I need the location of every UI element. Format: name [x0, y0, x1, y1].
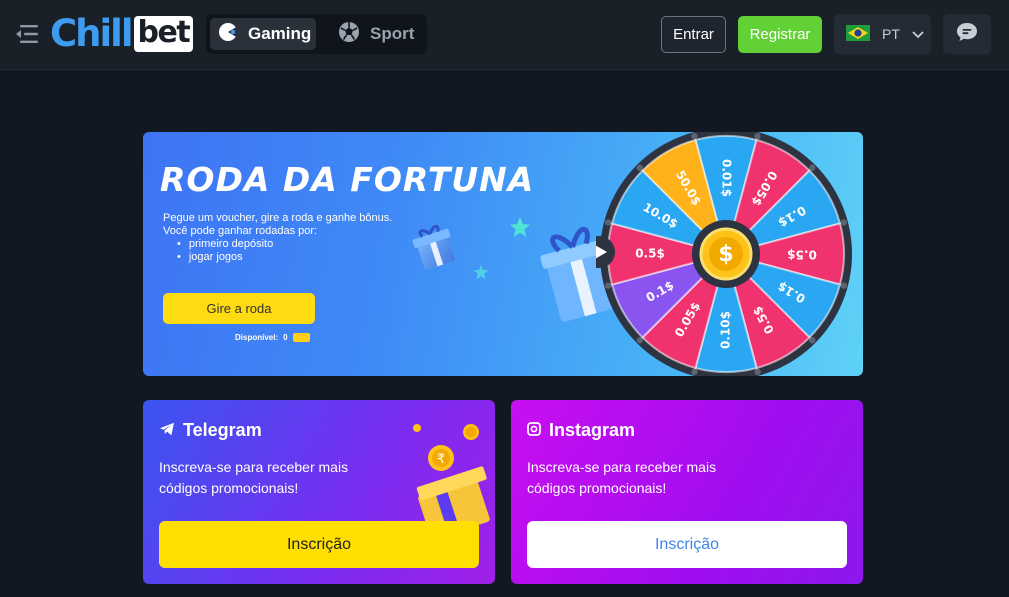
wheel-peg [840, 219, 848, 226]
chillbet-logo[interactable]: Chill bet [50, 12, 194, 55]
instagram-subscribe-button[interactable]: Inscrição [527, 521, 847, 568]
telegram-icon [159, 420, 175, 441]
pacman-icon [218, 22, 238, 47]
telegram-title: Telegram [159, 420, 262, 441]
logo-badge: bet [133, 16, 194, 52]
gift-box-icon [412, 224, 455, 270]
tab-sport-label: Sport [370, 24, 415, 43]
star-icon-small [473, 264, 489, 280]
wheel-peg [840, 282, 848, 289]
telegram-description: Inscreva-se para receber mais códigos pr… [159, 459, 349, 496]
instagram-title-text: Instagram [549, 420, 636, 440]
language-code: PT [882, 26, 900, 42]
svg-text:₹: ₹ [437, 452, 445, 467]
wheel-peg [604, 282, 612, 289]
instagram-title: Instagram [527, 420, 635, 441]
telegram-title-text: Telegram [183, 420, 262, 440]
wheel-segment-label: 0.01$ [720, 159, 734, 197]
chevron-down-icon [912, 26, 924, 42]
instagram-icon [527, 420, 541, 441]
wheel-segment-label: 0.10$ [719, 311, 733, 349]
tab-sport[interactable]: Sport [330, 18, 422, 50]
wheel-peg [754, 132, 761, 140]
wheel-peg [754, 368, 761, 376]
telegram-subscribe-button[interactable]: Inscrição [159, 521, 479, 568]
tab-gaming-label: Gaming [248, 24, 312, 43]
dollar-sign-glyph: $ [718, 242, 733, 267]
wheel-segment-label: 0.5$ [635, 247, 665, 261]
logo-text: Chill [50, 12, 134, 55]
menu-collapse-icon[interactable] [14, 22, 40, 46]
available-count: 0 [283, 333, 288, 342]
available-label: Disponível: [235, 333, 279, 342]
soccer-ball-icon [338, 21, 360, 48]
banner-description: Pegue um voucher, gire a roda e ganhe bô… [163, 212, 392, 264]
instagram-card: Instagram Inscreva-se para receber mais … [511, 400, 863, 584]
language-selector[interactable]: PT [834, 14, 931, 54]
banner-line-2: Você pode ganhar rodadas por: [163, 225, 318, 237]
wheel-segment-label: 0.5$ [787, 248, 817, 262]
login-button[interactable]: Entrar [661, 16, 726, 53]
chat-icon [956, 22, 978, 47]
banner-line-1: Pegue um voucher, gire a roda e ganhe bô… [163, 212, 393, 224]
star-icon [510, 217, 530, 237]
chat-button[interactable] [943, 14, 991, 54]
available-spins: Disponível: 0 [235, 333, 310, 342]
spin-wheel-button[interactable]: Gire a roda [163, 293, 315, 324]
banner-bullets: primeiro depósito jogar jogos [163, 238, 392, 264]
telegram-card: ₹ Telegram Inscreva-se para receber mais… [143, 400, 495, 584]
register-button[interactable]: Registrar [738, 16, 822, 53]
wheel-of-fortune-banner: RODA DA FORTUNA Pegue um voucher, gire a… [143, 132, 863, 376]
wheel-peg [691, 368, 698, 376]
ticket-icon [292, 333, 310, 342]
bullet-item: jogar jogos [177, 251, 392, 264]
tab-gaming[interactable]: Gaming [210, 18, 316, 50]
bullet-item: primeiro depósito [177, 238, 392, 251]
mode-switch: Gaming Sport [206, 14, 427, 54]
fortune-wheel: 0.01$ 0.05$0.1$0.5$0.1$0.5$0.10$0.05$0.1$… [596, 132, 852, 376]
top-header: Chill bet Gaming Sport Entrar Registrar … [0, 0, 1009, 70]
coin-gift-decoration: ₹ [413, 424, 490, 534]
banner-title: RODA DA FORTUNA [160, 160, 535, 199]
brazil-flag-icon [846, 24, 870, 44]
instagram-description: Inscreva-se para receber mais códigos pr… [527, 459, 717, 496]
wheel-peg [604, 219, 612, 226]
wheel-peg [691, 132, 698, 140]
